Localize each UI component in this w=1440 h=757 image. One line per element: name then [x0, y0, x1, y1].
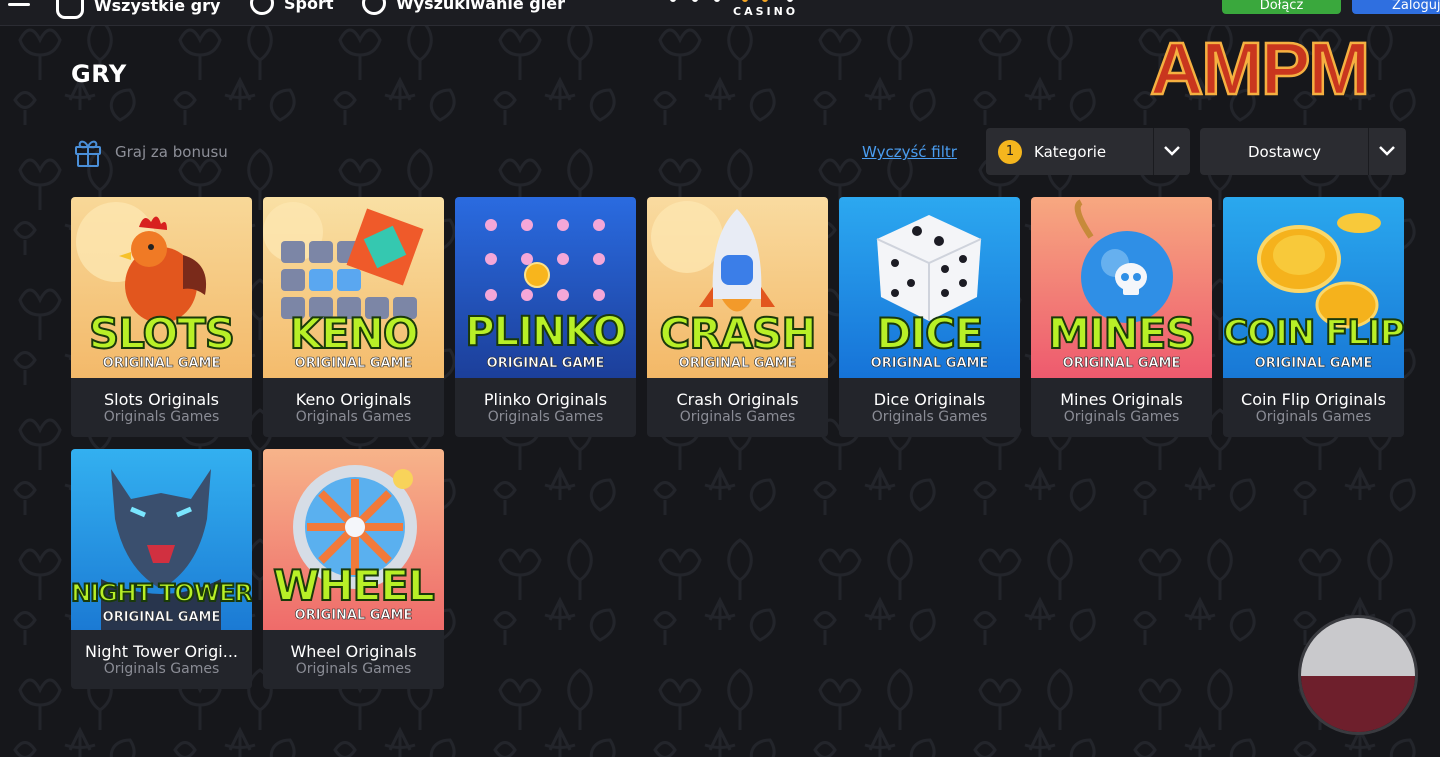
game-art-subtitle: ORIGINAL GAME	[102, 356, 221, 372]
game-name[interactable]: Plinko Originals	[455, 390, 636, 409]
hamburger-menu-icon[interactable]	[8, 0, 30, 10]
nav-sport-label: Sport	[284, 0, 334, 13]
game-art-title: PLINKO	[464, 308, 627, 356]
game-card-slots[interactable]: SLOTS ORIGINAL GAME Slots Originals Orig…	[71, 197, 252, 437]
game-thumbnail[interactable]: WHEEL ORIGINAL GAME	[263, 449, 444, 630]
game-card-crash[interactable]: CRASH ORIGINAL GAME Crash Originals Orig…	[647, 197, 828, 437]
chevron-down-icon[interactable]	[1377, 143, 1397, 159]
game-provider: Originals Games	[487, 409, 604, 425]
game-provider: Originals Games	[295, 409, 412, 425]
game-provider: Originals Games	[1255, 409, 1372, 425]
category-count-badge: 1	[998, 139, 1022, 164]
game-name[interactable]: Coin Flip Originals	[1223, 390, 1404, 409]
chevron-down-icon[interactable]	[1162, 143, 1182, 159]
game-art-title: COIN FLIP	[1223, 312, 1404, 354]
game-art-title: DICE	[875, 308, 984, 359]
logo-subtitle: CASINO	[733, 5, 799, 18]
game-card-coin-flip[interactable]: COIN FLIP ORIGINAL GAME Coin Flip Origin…	[1223, 197, 1404, 437]
game-art-title: MINES	[1047, 308, 1197, 359]
game-art-title: KENO	[288, 308, 419, 359]
game-art-title: NIGHT TOWER	[71, 578, 252, 608]
game-name[interactable]: Keno Originals	[263, 390, 444, 409]
game-name[interactable]: Crash Originals	[647, 390, 828, 409]
game-art-subtitle: ORIGINAL GAME	[1062, 356, 1181, 372]
game-name[interactable]: Slots Originals	[71, 390, 252, 409]
game-art-title: CRASH	[658, 308, 817, 359]
gift-icon	[75, 140, 101, 167]
ball-icon	[250, 0, 274, 15]
game-thumbnail[interactable]: CRASH ORIGINAL GAME	[647, 197, 828, 378]
game-provider: Originals Games	[295, 661, 412, 677]
game-provider: Originals Games	[871, 409, 988, 425]
game-card-plinko[interactable]: PLINKO ORIGINAL GAME Plinko Originals Or…	[455, 197, 636, 437]
nav-search-label: Wyszukiwanie gier	[396, 0, 565, 13]
bonus-label: Graj za bonusu	[115, 143, 228, 161]
game-name[interactable]: Mines Originals	[1031, 390, 1212, 409]
game-provider: Originals Games	[103, 661, 220, 677]
nav-sport[interactable]: Sport	[250, 0, 334, 15]
providers-dropdown[interactable]: Dostawcy	[1200, 128, 1406, 175]
search-icon	[362, 0, 386, 15]
game-thumbnail[interactable]: MINES ORIGINAL GAME	[1031, 197, 1212, 378]
game-name[interactable]: Night Tower Origi...	[71, 642, 252, 661]
game-card-night-tower[interactable]: NIGHT TOWER ORIGINAL GAME Night Tower Or…	[71, 449, 252, 689]
game-thumbnail[interactable]: KENO ORIGINAL GAME	[263, 197, 444, 378]
category-label: Kategorie	[1034, 142, 1107, 161]
game-provider: Originals Games	[1063, 409, 1180, 425]
svg-text:AMPM: AMPM	[1150, 30, 1368, 108]
game-thumbnail[interactable]: PLINKO ORIGINAL GAME	[455, 197, 636, 378]
game-provider: Originals Games	[103, 409, 220, 425]
game-card-mines[interactable]: MINES ORIGINAL GAME Mines Originals Orig…	[1031, 197, 1212, 437]
game-art-title: WHEEL	[272, 560, 436, 611]
game-art-title: SLOTS	[88, 308, 236, 359]
language-flag-button[interactable]	[1298, 615, 1418, 735]
game-art-subtitle: ORIGINAL GAME	[1254, 356, 1373, 372]
logo-icon[interactable]	[665, 0, 805, 4]
game-art-subtitle: ORIGINAL GAME	[102, 610, 221, 626]
game-card-dice[interactable]: DICE ORIGINAL GAME Dice Originals Origin…	[839, 197, 1020, 437]
game-thumbnail[interactable]: DICE ORIGINAL GAME	[839, 197, 1020, 378]
play-for-bonus-toggle[interactable]: Graj za bonusu	[73, 136, 228, 168]
game-thumbnail[interactable]: SLOTS ORIGINAL GAME	[71, 197, 252, 378]
nav-search[interactable]: Wyszukiwanie gier	[362, 0, 565, 15]
game-art-subtitle: ORIGINAL GAME	[294, 608, 413, 624]
game-thumbnail[interactable]: NIGHT TOWER ORIGINAL GAME	[71, 449, 252, 630]
login-button[interactable]: Zaloguj	[1352, 0, 1440, 14]
game-name[interactable]: Wheel Originals	[263, 642, 444, 661]
game-thumbnail[interactable]: COIN FLIP ORIGINAL GAME	[1223, 197, 1404, 378]
nav-all-games[interactable]: Wszystkie gry	[56, 0, 220, 19]
top-navigation-bar: Wszystkie gry Sport Wyszukiwanie gier CA…	[0, 0, 1440, 26]
clear-filter-link[interactable]: Wyczyść filtr	[862, 143, 957, 161]
games-icon	[56, 0, 84, 19]
game-art-subtitle: ORIGINAL GAME	[870, 356, 989, 372]
nav-all-games-label: Wszystkie gry	[94, 0, 221, 15]
join-button[interactable]: Dołącz	[1222, 0, 1341, 14]
game-art-subtitle: ORIGINAL GAME	[678, 356, 797, 372]
game-art-subtitle: ORIGINAL GAME	[294, 356, 413, 372]
category-dropdown[interactable]: 1 Kategorie	[986, 128, 1190, 175]
ampm-watermark-logo: AMPM	[1149, 30, 1372, 108]
game-card-wheel[interactable]: WHEEL ORIGINAL GAME Wheel Originals Orig…	[263, 449, 444, 689]
game-name[interactable]: Dice Originals	[839, 390, 1020, 409]
game-provider: Originals Games	[679, 409, 796, 425]
game-art-subtitle: ORIGINAL GAME	[486, 356, 605, 372]
game-card-keno[interactable]: KENO ORIGINAL GAME Keno Originals Origin…	[263, 197, 444, 437]
providers-label: Dostawcy	[1248, 142, 1322, 161]
page-title: GRY	[71, 60, 127, 88]
